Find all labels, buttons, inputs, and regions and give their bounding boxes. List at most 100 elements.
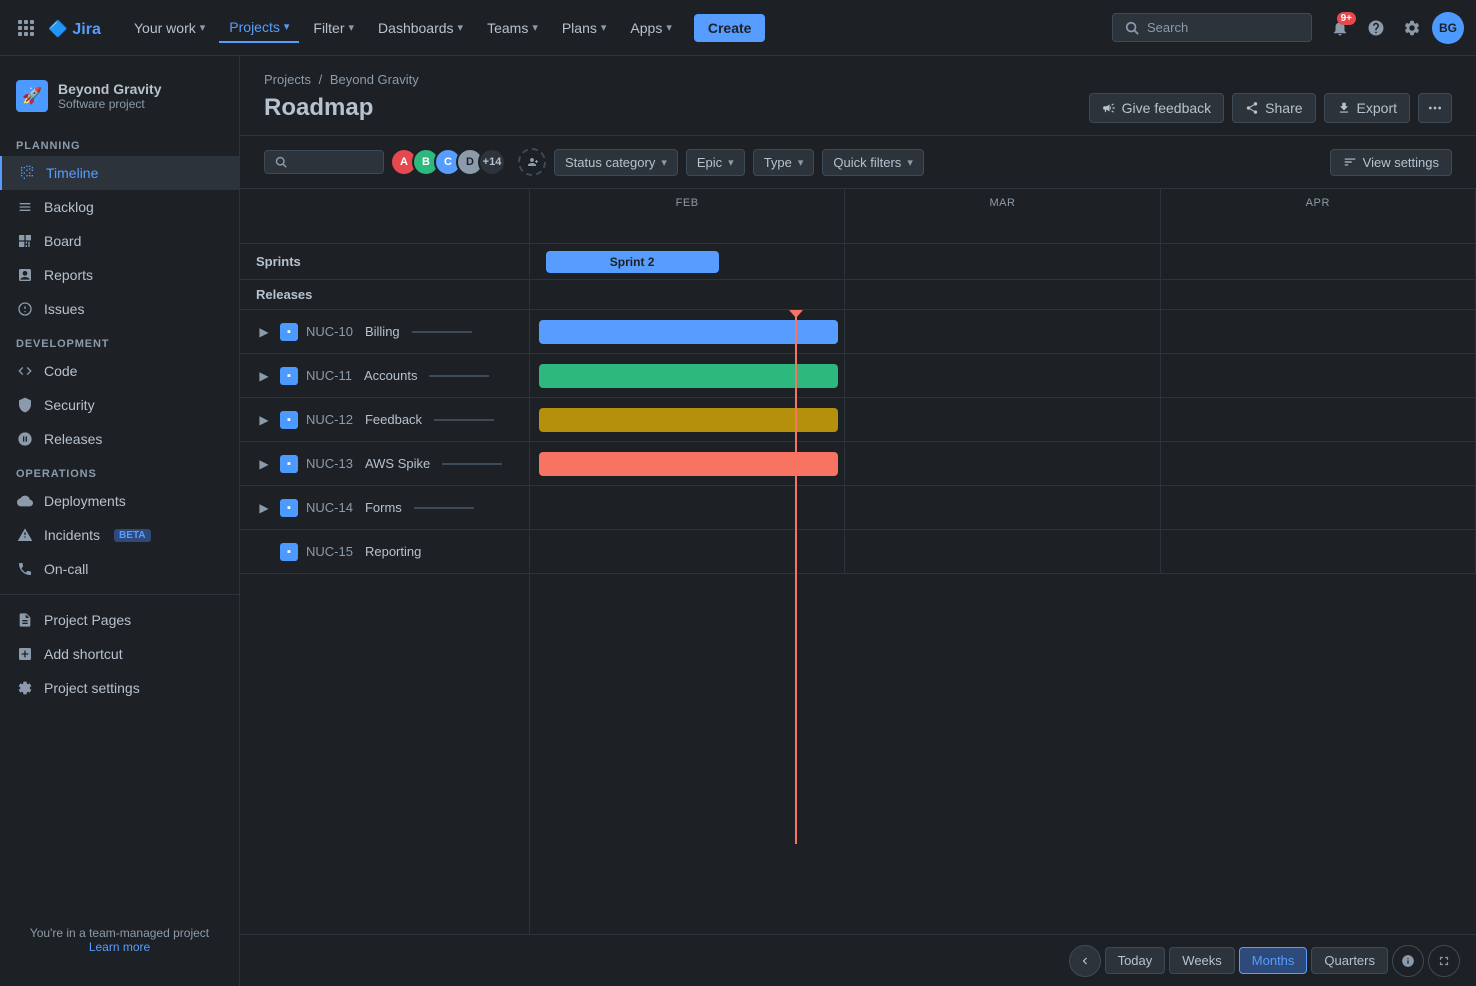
status-category-filter[interactable]: Status category ▾ <box>554 149 678 176</box>
nav-plans[interactable]: Plans▾ <box>552 14 617 42</box>
table-row[interactable]: ▶ ▪ NUC-14 Forms <box>240 486 529 530</box>
expand-icon-0[interactable]: ▶ <box>256 324 272 340</box>
table-row[interactable]: ▪ NUC-15 Reporting <box>240 530 529 574</box>
nav-apps[interactable]: Apps▾ <box>620 14 681 42</box>
sidebar-item-project-pages-label: Project Pages <box>44 612 131 628</box>
table-row[interactable]: ▶ ▪ NUC-11 Accounts <box>240 354 529 398</box>
month-label-feb: FEB <box>530 189 844 213</box>
avatar-overflow[interactable]: +14 <box>478 148 506 176</box>
sidebar-item-reports[interactable]: Reports <box>0 258 239 292</box>
breadcrumb-beyond-gravity[interactable]: Beyond Gravity <box>330 72 419 87</box>
month-col-mar: MAR <box>845 189 1160 243</box>
sidebar-item-releases[interactable]: Releases <box>0 422 239 456</box>
jira-logo[interactable]: 🔷 Jira <box>48 18 108 38</box>
gantt-bar-accounts[interactable] <box>539 364 838 388</box>
task-list-header <box>240 189 529 244</box>
today-button[interactable]: Today <box>1105 947 1166 974</box>
sidebar-item-issues[interactable]: Issues <box>0 292 239 326</box>
roadmap-footer: Today Weeks Months Quarters <box>240 934 1476 986</box>
sidebar-item-oncall[interactable]: On-call <box>0 552 239 586</box>
learn-more-link[interactable]: Learn more <box>89 940 150 954</box>
code-icon <box>16 362 34 380</box>
sidebar-item-code[interactable]: Code <box>0 354 239 388</box>
sidebar-item-add-shortcut[interactable]: Add shortcut <box>0 637 239 671</box>
gantt-cell-0-mar <box>845 310 1160 353</box>
add-person-icon <box>526 156 538 168</box>
more-actions-button[interactable] <box>1418 93 1452 123</box>
sidebar-item-project-settings[interactable]: Project settings <box>0 671 239 705</box>
nav-your-work[interactable]: Your work▾ <box>124 14 215 42</box>
export-button[interactable]: Export <box>1324 93 1410 123</box>
gantt-cell-5-feb <box>530 530 845 573</box>
table-row[interactable]: ▶ ▪ NUC-13 AWS Spike <box>240 442 529 486</box>
operations-section-label: OPERATIONS <box>0 456 239 484</box>
nav-projects[interactable]: Projects▾ <box>219 13 299 43</box>
gantt-cell-releases-apr <box>1161 280 1476 309</box>
sidebar-item-board-label: Board <box>44 233 81 249</box>
table-row[interactable]: ▶ ▪ NUC-12 Feedback <box>240 398 529 442</box>
user-avatar[interactable]: BG <box>1432 12 1464 44</box>
sprints-label-row: Sprints <box>240 244 529 280</box>
gantt-cell-sprint-mar <box>845 244 1160 279</box>
page-header: Projects / Beyond Gravity Roadmap Give f… <box>240 56 1476 136</box>
sidebar-item-board[interactable]: Board <box>0 224 239 258</box>
sidebar-item-project-pages[interactable]: Project Pages <box>0 603 239 637</box>
share-button[interactable]: Share <box>1232 93 1315 123</box>
search-box[interactable]: Search <box>1112 13 1312 42</box>
help-button[interactable] <box>1360 12 1392 44</box>
timeline-back-button[interactable] <box>1069 945 1101 977</box>
gantt-releases-row <box>530 280 1476 310</box>
settings-button[interactable] <box>1396 12 1428 44</box>
month-label-mar: MAR <box>845 189 1159 213</box>
sidebar-item-security[interactable]: Security <box>0 388 239 422</box>
give-feedback-button[interactable]: Give feedback <box>1089 93 1225 123</box>
months-button[interactable]: Months <box>1239 947 1308 974</box>
nav-filter[interactable]: Filter▾ <box>303 14 364 42</box>
breadcrumb-projects[interactable]: Projects <box>264 72 311 87</box>
gantt-bar-feedback[interactable] <box>539 408 838 432</box>
gantt-cell-4-apr <box>1161 486 1476 529</box>
expand-icon-3[interactable]: ▶ <box>256 456 272 472</box>
sidebar-item-incidents[interactable]: Incidents BETA <box>0 518 239 552</box>
reports-icon <box>16 266 34 284</box>
quick-filters[interactable]: Quick filters ▾ <box>822 149 923 176</box>
create-button[interactable]: Create <box>694 14 766 42</box>
pages-icon <box>16 611 34 629</box>
gantt-bar-billing[interactable] <box>539 320 838 344</box>
page-actions: Give feedback Share Export <box>1089 93 1452 123</box>
nav-right-icons: 9+ BG <box>1324 12 1464 44</box>
gantt-cell-releases-feb <box>530 280 845 309</box>
export-icon <box>1337 101 1351 115</box>
fullscreen-icon <box>1437 954 1451 968</box>
quarters-button[interactable]: Quarters <box>1311 947 1388 974</box>
fullscreen-button[interactable] <box>1428 945 1460 977</box>
epic-filter[interactable]: Epic ▾ <box>686 149 745 176</box>
nav-dashboards[interactable]: Dashboards▾ <box>368 14 473 42</box>
type-filter[interactable]: Type ▾ <box>753 149 815 176</box>
sidebar-item-deployments[interactable]: Deployments <box>0 484 239 518</box>
gantt-chart-panel[interactable]: FEB MAR APR Sprint 2 <box>530 189 1476 934</box>
weeks-button[interactable]: Weeks <box>1169 947 1235 974</box>
add-person-button[interactable] <box>518 148 546 176</box>
view-settings-button[interactable]: View settings <box>1330 149 1452 176</box>
info-button[interactable] <box>1392 945 1424 977</box>
sidebar-item-timeline[interactable]: Timeline <box>0 156 239 190</box>
gantt-row-1 <box>530 354 1476 398</box>
deployments-icon <box>16 492 34 510</box>
expand-icon-4[interactable]: ▶ <box>256 500 272 516</box>
app-switcher-button[interactable] <box>12 14 40 42</box>
month-label-apr: APR <box>1161 189 1475 213</box>
incidents-beta-badge: BETA <box>114 529 150 542</box>
sprint-bar: Sprint 2 <box>546 251 719 273</box>
gantt-cell-3-apr <box>1161 442 1476 485</box>
expand-icon-2[interactable]: ▶ <box>256 412 272 428</box>
sidebar-divider <box>0 594 239 595</box>
notification-badge: 9+ <box>1337 12 1356 25</box>
notifications-button[interactable]: 9+ <box>1324 12 1356 44</box>
expand-icon-1[interactable]: ▶ <box>256 368 272 384</box>
task-search-box[interactable] <box>264 150 384 174</box>
table-row[interactable]: ▶ ▪ NUC-10 Billing <box>240 310 529 354</box>
nav-teams[interactable]: Teams▾ <box>477 14 548 42</box>
gantt-bar-awsspike[interactable] <box>539 452 838 476</box>
sidebar-item-backlog[interactable]: Backlog <box>0 190 239 224</box>
